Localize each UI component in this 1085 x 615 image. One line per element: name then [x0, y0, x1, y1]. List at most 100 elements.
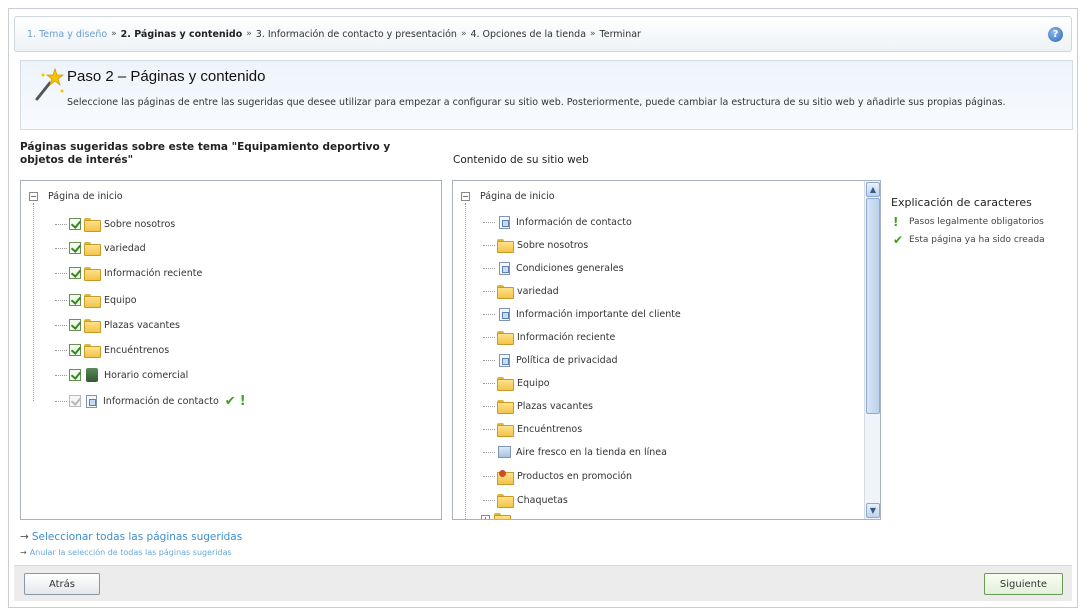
- clock-icon: [86, 368, 98, 382]
- legend-item-created: ✔ Esta página ya ha sido creada: [893, 234, 1053, 246]
- breadcrumb-separator: »: [111, 29, 117, 39]
- tree-item[interactable]: Productos en promoción: [483, 467, 632, 485]
- folder-icon: [84, 242, 101, 256]
- tree-item[interactable]: variedad: [55, 239, 146, 257]
- tree-root: − Página de inicio: [29, 191, 123, 202]
- next-button[interactable]: Siguiente: [984, 573, 1063, 595]
- legend-label: Esta página ya ha sido creada: [909, 235, 1045, 245]
- tree-root: − Página de inicio: [461, 191, 555, 202]
- tree-item-label: Chaquetas: [517, 494, 568, 506]
- tree-root-label: Página de inicio: [480, 191, 555, 202]
- checkbox[interactable]: [69, 294, 81, 306]
- tree-item[interactable]: Encuéntrenos: [55, 341, 170, 359]
- scroll-down-icon[interactable]: ▼: [866, 503, 880, 518]
- tree-item[interactable]: Política de privacidad: [483, 351, 618, 369]
- tree-item-label: Información importante del cliente: [516, 308, 681, 320]
- tree-item[interactable]: Información reciente: [55, 264, 202, 282]
- tree-item-label: Equipo: [104, 294, 137, 306]
- breadcrumb-step-3: 3. Información de contacto y presentació…: [255, 28, 457, 40]
- checkbox-disabled: [69, 395, 81, 407]
- magic-wand-icon: [35, 67, 65, 101]
- tree-item-label: Horario comercial: [104, 369, 189, 381]
- tree-item-label: Sobre nosotros: [517, 239, 589, 251]
- tree-item[interactable]: Plazas vacantes: [55, 316, 180, 334]
- tree-item-label: variedad: [517, 285, 559, 297]
- page-icon: [499, 215, 510, 229]
- mandatory-icon: !: [239, 393, 246, 409]
- legend-label: Pasos legalmente obligatorios: [909, 217, 1044, 227]
- tree-item[interactable]: Información reciente: [483, 328, 615, 346]
- scroll-up-icon[interactable]: ▲: [866, 182, 880, 197]
- tree-item[interactable]: Equipo: [483, 374, 550, 392]
- folder-icon: [84, 218, 101, 232]
- scroll-thumb[interactable]: [866, 198, 880, 414]
- help-icon[interactable]: ?: [1048, 27, 1063, 42]
- checkbox[interactable]: [69, 369, 81, 381]
- tree-item-label: Plazas vacantes: [517, 400, 593, 412]
- tree-item[interactable]: Información de contacto: [483, 213, 632, 231]
- step-title: Paso 2 – Páginas y contenido: [67, 68, 266, 85]
- suggested-pages-tree: − Página de inicio Sobre nosotros varied…: [20, 180, 442, 520]
- folder-icon: [497, 285, 514, 299]
- tree-item-label: Encuéntrenos: [104, 344, 170, 356]
- tree-item[interactable]: Plazas vacantes: [483, 397, 593, 415]
- page-icon: [499, 353, 510, 367]
- tree-item-label: Plazas vacantes: [104, 319, 180, 331]
- checkbox[interactable]: [69, 319, 81, 331]
- tree-partial-row: +: [481, 513, 514, 519]
- deselect-all-link[interactable]: → Anular la selección de todas las página…: [20, 548, 232, 557]
- checkbox[interactable]: [69, 242, 81, 254]
- select-all-label: Seleccionar todas las páginas sugeridas: [31, 531, 243, 543]
- tree-line: [33, 203, 34, 401]
- tree-item-label: Aire fresco en la tienda en línea: [516, 446, 667, 458]
- breadcrumb-step-2: 2. Páginas y contenido: [120, 28, 243, 40]
- expand-icon[interactable]: +: [481, 514, 490, 519]
- breadcrumb-separator: »: [460, 29, 467, 39]
- site-content-title: Contenido de su sitio web: [453, 154, 589, 166]
- tree-item-label: Información de contacto: [516, 216, 632, 228]
- page-icon: [499, 307, 510, 321]
- tree-item[interactable]: Encuéntrenos: [483, 420, 582, 438]
- tree-root-label: Página de inicio: [48, 191, 123, 202]
- folder-icon: [84, 267, 101, 281]
- tree-item[interactable]: Horario comercial: [55, 366, 189, 384]
- created-check-icon: ✔: [224, 393, 236, 409]
- mandatory-icon: !: [893, 215, 899, 229]
- tree-item[interactable]: variedad: [483, 282, 559, 300]
- tree-item-label: variedad: [104, 242, 146, 254]
- legend-title: Explicación de caracteres: [891, 196, 1032, 209]
- tree-item[interactable]: Equipo: [55, 291, 137, 309]
- tree-item[interactable]: Información importante del cliente: [483, 305, 681, 323]
- image-page-icon: [498, 446, 511, 458]
- suggested-pages-title: Páginas sugeridas sobre este tema "Equip…: [20, 141, 391, 166]
- tree-item-label: Condiciones generales: [516, 262, 624, 274]
- collapse-icon[interactable]: −: [29, 192, 38, 201]
- tree-item[interactable]: Chaquetas: [483, 491, 568, 509]
- arrow-icon: →: [20, 531, 29, 543]
- select-all-link[interactable]: → Seleccionar todas las páginas sugeridas: [20, 531, 242, 543]
- tree-line: [465, 203, 466, 519]
- tree-item: Información de contacto ✔ !: [55, 392, 246, 410]
- arrow-icon: →: [20, 548, 27, 557]
- tree-item[interactable]: Sobre nosotros: [55, 215, 176, 233]
- deselect-all-label: Anular la selección de todas las páginas…: [29, 548, 232, 557]
- tree-item-label: Sobre nosotros: [104, 218, 176, 230]
- tree-item-label: Información de contacto: [103, 395, 219, 407]
- folder-icon: [497, 239, 514, 253]
- step-description: Seleccione las páginas de entre las suge…: [67, 97, 1006, 108]
- breadcrumb-step-1[interactable]: 1. Tema y diseño: [27, 29, 107, 40]
- folder-icon: [497, 423, 514, 437]
- folder-icon: [497, 400, 514, 414]
- tree-item[interactable]: Aire fresco en la tienda en línea: [483, 443, 667, 461]
- vertical-scrollbar[interactable]: ▲ ▼: [864, 181, 880, 519]
- checkbox[interactable]: [69, 218, 81, 230]
- checkbox[interactable]: [69, 267, 81, 279]
- collapse-icon[interactable]: −: [461, 192, 470, 201]
- tree-item[interactable]: Sobre nosotros: [483, 236, 589, 254]
- tree-item-label: Equipo: [517, 377, 550, 389]
- back-button[interactable]: Atrás: [24, 573, 100, 595]
- legend-item-mandatory: ! Pasos legalmente obligatorios: [893, 216, 1044, 228]
- checkbox[interactable]: [69, 344, 81, 356]
- tree-item[interactable]: Condiciones generales: [483, 259, 624, 277]
- created-check-icon: ✔: [893, 233, 904, 247]
